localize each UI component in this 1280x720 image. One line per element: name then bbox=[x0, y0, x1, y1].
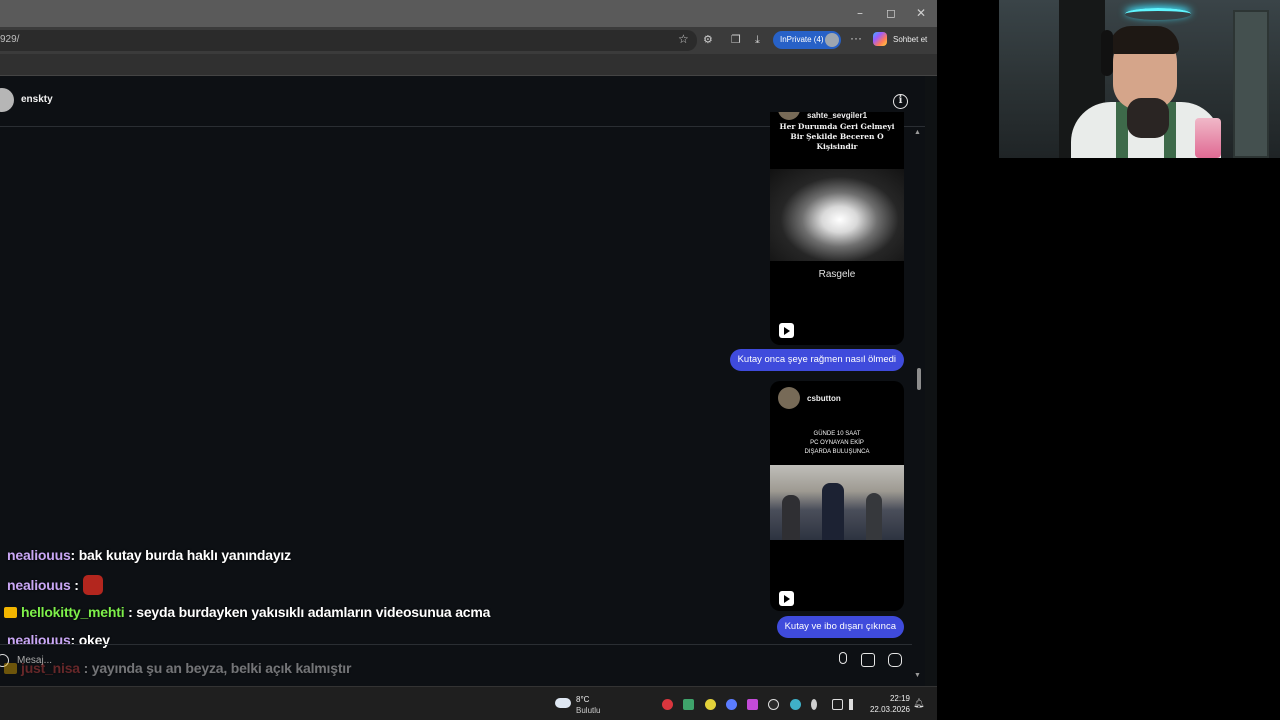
crown-badge-icon bbox=[4, 607, 17, 618]
reel-caption-line: Kişisindir bbox=[816, 142, 858, 151]
minimize-button[interactable]: – bbox=[857, 6, 863, 20]
devil-emote-icon bbox=[82, 575, 103, 595]
shared-reel[interactable]: sahte_sevgiler1 Her Durumda Geri Gelmeyi… bbox=[770, 112, 904, 345]
tray-chevron-icon[interactable] bbox=[768, 699, 779, 710]
copilot-icon[interactable] bbox=[873, 32, 887, 46]
reel-overlay-text: Rasgele bbox=[818, 269, 856, 280]
stream-chat-line: just_nisa : yayında şu an beyza, belki a… bbox=[4, 660, 351, 676]
clock-date[interactable]: 22.03.2026 bbox=[862, 705, 910, 714]
inprivate-button[interactable]: InPrivate (4) bbox=[773, 31, 841, 49]
taskbar: 8°C Bulutlu 22:19 22.03.2026 🔔︎ bbox=[0, 686, 937, 720]
chat-button-label[interactable]: Sohbet et bbox=[893, 35, 927, 44]
reel-caption-line: Bir Şekilde Beceren O bbox=[790, 132, 884, 141]
drink-can bbox=[1195, 118, 1221, 158]
neon-light bbox=[1125, 8, 1191, 20]
clock-time[interactable]: 22:19 bbox=[870, 694, 910, 703]
weather-temperature[interactable]: 8°C bbox=[576, 695, 589, 704]
streamer-hair bbox=[1109, 26, 1179, 54]
inprivate-label: InPrivate (4) bbox=[780, 35, 824, 44]
image-icon[interactable] bbox=[861, 653, 875, 667]
person-figure bbox=[782, 495, 800, 540]
browser-window: – ◻ ✕ 929/ ☆ ⚙ ❐ ⤓ InPrivate (4) ··· Soh… bbox=[0, 0, 937, 720]
reel-username[interactable]: sahte_sevgiler1 bbox=[807, 112, 867, 120]
url-text[interactable]: 929/ bbox=[0, 34, 19, 45]
reel-caption: GÜNDE 10 SAAT PC OYNAYAN EKİP DIŞARDA BU… bbox=[770, 430, 904, 457]
contact-avatar[interactable] bbox=[0, 88, 14, 112]
reel-caption-line: PC OYNAYAN EKİP bbox=[810, 440, 864, 446]
sent-message[interactable]: Kutay ve ibo dışarı çıkınca bbox=[776, 616, 904, 638]
tray-app-icon[interactable] bbox=[747, 699, 758, 710]
shared-reel[interactable]: csbutton GÜNDE 10 SAAT PC OYNAYAN EKİP D… bbox=[770, 381, 904, 611]
star-icon[interactable]: ☆ bbox=[678, 32, 689, 46]
sent-message[interactable]: Kutay onca şeye rağmen nasıl ölmedi bbox=[729, 349, 904, 371]
maximize-button[interactable]: ◻ bbox=[886, 6, 896, 20]
play-icon[interactable] bbox=[779, 323, 794, 338]
screen: – ◻ ✕ 929/ ☆ ⚙ ❐ ⤓ InPrivate (4) ··· Soh… bbox=[0, 0, 1280, 720]
sticker-icon[interactable] bbox=[888, 653, 902, 667]
stream-chat-line: nealiouus: bak kutay burda haklı yanında… bbox=[7, 547, 291, 563]
microphone-icon[interactable] bbox=[839, 652, 847, 664]
notification-bell-icon[interactable]: 🔔︎ bbox=[913, 699, 924, 709]
address-bar[interactable]: 929/ bbox=[0, 30, 697, 51]
streamer-hand bbox=[1127, 98, 1169, 138]
chat-text: : bak kutay burda haklı yanındayız bbox=[70, 547, 292, 563]
network-icon[interactable] bbox=[832, 699, 843, 710]
scroll-up-icon[interactable]: ▲ bbox=[914, 129, 921, 136]
more-icon[interactable]: ··· bbox=[850, 31, 862, 45]
scrollbar-thumb[interactable] bbox=[917, 368, 921, 390]
reel-caption-line: GÜNDE 10 SAAT bbox=[813, 431, 861, 437]
chat-username: nealiouus bbox=[7, 547, 71, 563]
volume-icon[interactable] bbox=[849, 699, 860, 710]
reel-caption-line: Her Durumda Geri Gelmeyi bbox=[779, 122, 895, 131]
chat-text: : seyda burdayken yakısıklı adamların vi… bbox=[128, 604, 491, 620]
tray-app-icon[interactable] bbox=[705, 699, 716, 710]
chat-username: nealiouus bbox=[7, 577, 71, 593]
scroll-down-icon[interactable]: ▼ bbox=[914, 672, 921, 679]
reel-caption: Her Durumda Geri Gelmeyi Bir Şekilde Bec… bbox=[770, 122, 904, 152]
webcam-feed bbox=[999, 0, 1280, 158]
reel-user-avatar bbox=[778, 387, 800, 409]
info-icon[interactable]: i bbox=[893, 94, 908, 109]
person-figure bbox=[866, 493, 882, 540]
chat-text: : bbox=[70, 577, 79, 593]
title-bar: – ◻ ✕ bbox=[0, 0, 937, 27]
reel-username[interactable]: csbutton bbox=[807, 394, 841, 403]
play-icon[interactable] bbox=[779, 591, 794, 606]
reel-caption-line: DIŞARDA BULUŞUNCA bbox=[804, 449, 870, 455]
collections-icon[interactable]: ❐ bbox=[731, 33, 741, 46]
download-icon[interactable]: ⤓ bbox=[755, 33, 760, 47]
cloud-icon[interactable] bbox=[555, 698, 571, 708]
chat-username: hellokitty_mehti bbox=[21, 604, 125, 620]
crown-badge-icon bbox=[4, 663, 17, 674]
reel-thumbnail bbox=[770, 169, 904, 261]
headset-icon bbox=[1101, 30, 1113, 76]
contact-username[interactable]: enskty bbox=[21, 94, 53, 105]
tray-app-icon[interactable] bbox=[662, 699, 673, 710]
reel-user-avatar bbox=[778, 112, 800, 120]
tray-app-icon[interactable] bbox=[683, 699, 694, 710]
scrollbar[interactable]: ▲ ▼ bbox=[912, 129, 925, 684]
reel-thumbnail bbox=[770, 465, 904, 540]
profile-avatar bbox=[825, 33, 839, 47]
door-shape bbox=[1233, 10, 1269, 158]
microphone-tray-icon[interactable] bbox=[811, 699, 817, 710]
stream-chat-line: hellokitty_mehti : seyda burdayken yakıs… bbox=[4, 604, 490, 620]
person-figure bbox=[822, 483, 844, 540]
close-button[interactable]: ✕ bbox=[916, 6, 926, 20]
favorites-bar bbox=[0, 54, 937, 76]
chat-username: just_nisa bbox=[21, 660, 80, 676]
stream-chat-line: nealiouus : bbox=[7, 575, 103, 595]
chat-text: : yayında şu an beyza, belki açık kalmış… bbox=[83, 660, 352, 676]
tray-app-icon[interactable] bbox=[790, 699, 801, 710]
extensions-icon[interactable]: ⚙ bbox=[703, 33, 713, 46]
weather-condition[interactable]: Bulutlu bbox=[576, 706, 600, 715]
tray-app-icon[interactable] bbox=[726, 699, 737, 710]
dm-page: enskty i ▲ ▼ sahte_sevgiler1 Her Durumda… bbox=[0, 76, 925, 686]
